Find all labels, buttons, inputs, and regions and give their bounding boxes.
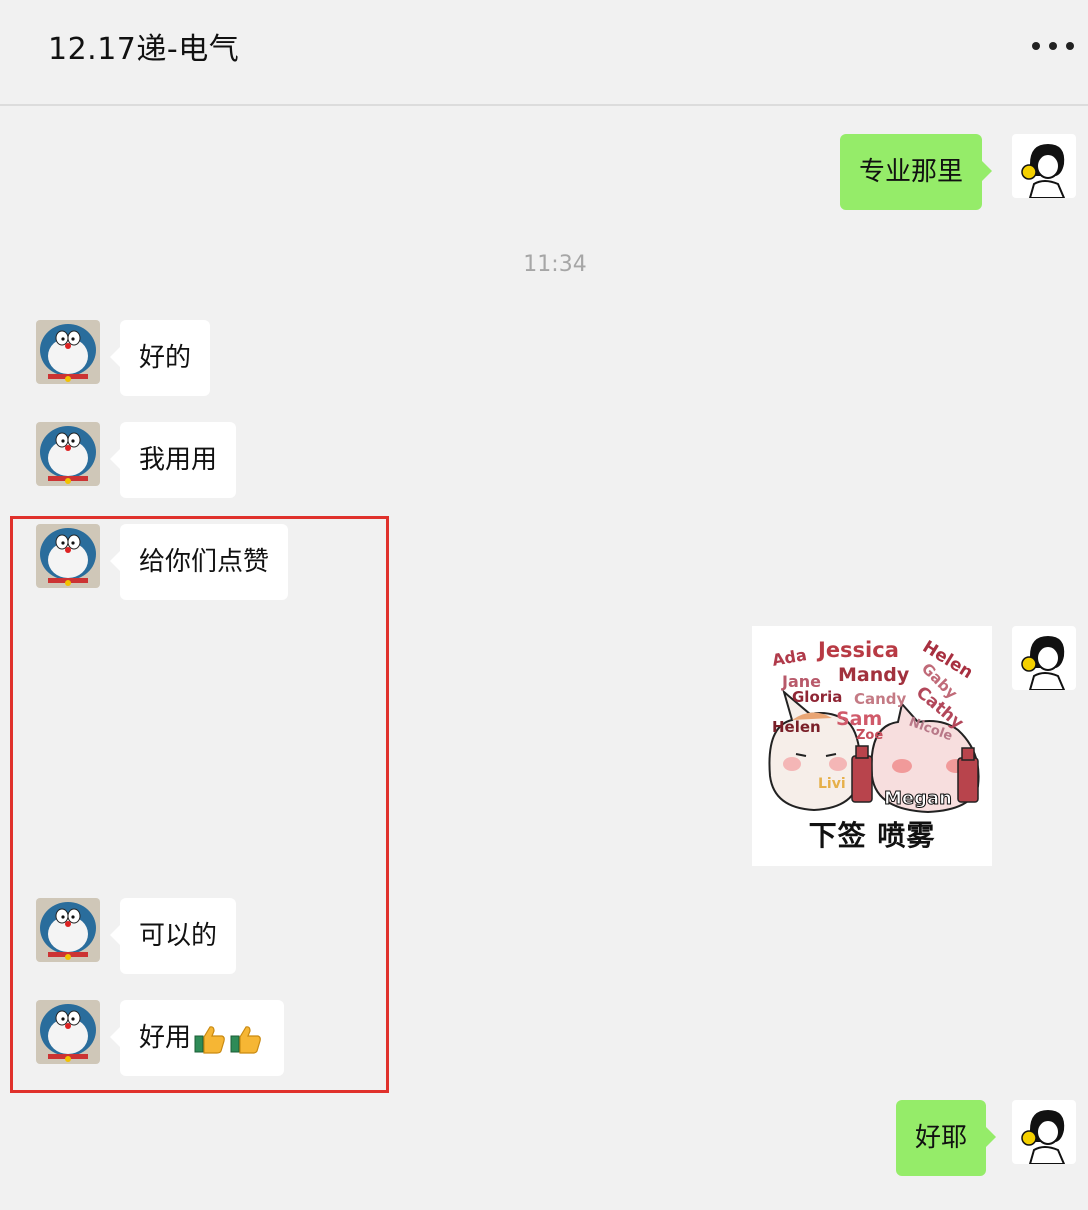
contact-avatar[interactable] xyxy=(36,898,100,962)
message-bubble-incoming[interactable]: 好的 xyxy=(109,320,211,396)
contact-avatar[interactable] xyxy=(36,320,100,384)
chat-header: 12.17递-电气 xyxy=(0,0,1088,106)
sticker-name: Candy xyxy=(854,690,907,708)
sticker-name: Jessica xyxy=(818,638,899,662)
thumbs-up-icon xyxy=(230,1025,261,1054)
message-text: 好用 xyxy=(139,1023,192,1053)
sticker-name: Megan xyxy=(884,788,953,810)
sticker-name: Mandy xyxy=(838,664,910,686)
contact-avatar[interactable] xyxy=(36,422,100,486)
message-bubble-incoming[interactable]: 好用 xyxy=(110,1000,284,1076)
message-bubble-incoming[interactable]: 我用用 xyxy=(109,422,237,498)
self-avatar[interactable] xyxy=(1012,134,1076,198)
sticker-name: Gloria xyxy=(792,688,843,706)
contact-avatar[interactable] xyxy=(36,1000,100,1064)
chat-title: 12.17递-电气 xyxy=(48,32,240,67)
sticker-name: Helen xyxy=(772,718,821,736)
more-dots-icon[interactable] xyxy=(1028,28,1078,64)
sticker-name: Livi xyxy=(818,776,846,792)
sticker-name: Sam xyxy=(836,708,883,730)
sticker-caption: 下签 喷雾 xyxy=(808,819,936,852)
sticker-message[interactable]: Ada Jessica Helen Jane Mandy Gaby Gloria… xyxy=(752,626,992,866)
message-timestamp: 11:34 xyxy=(523,252,587,277)
message-bubble-outgoing[interactable]: 好耶 xyxy=(896,1100,997,1176)
self-avatar[interactable] xyxy=(1012,1100,1076,1164)
message-bubble-incoming[interactable]: 可以的 xyxy=(109,898,237,974)
self-avatar[interactable] xyxy=(1012,626,1076,690)
contact-avatar[interactable] xyxy=(36,524,100,588)
message-bubble-outgoing[interactable]: 专业那里 xyxy=(840,134,993,210)
thumbs-up-icon xyxy=(194,1025,225,1054)
message-bubble-incoming[interactable]: 给你们点赞 xyxy=(109,524,289,600)
sticker-name: Zoe xyxy=(856,728,884,743)
